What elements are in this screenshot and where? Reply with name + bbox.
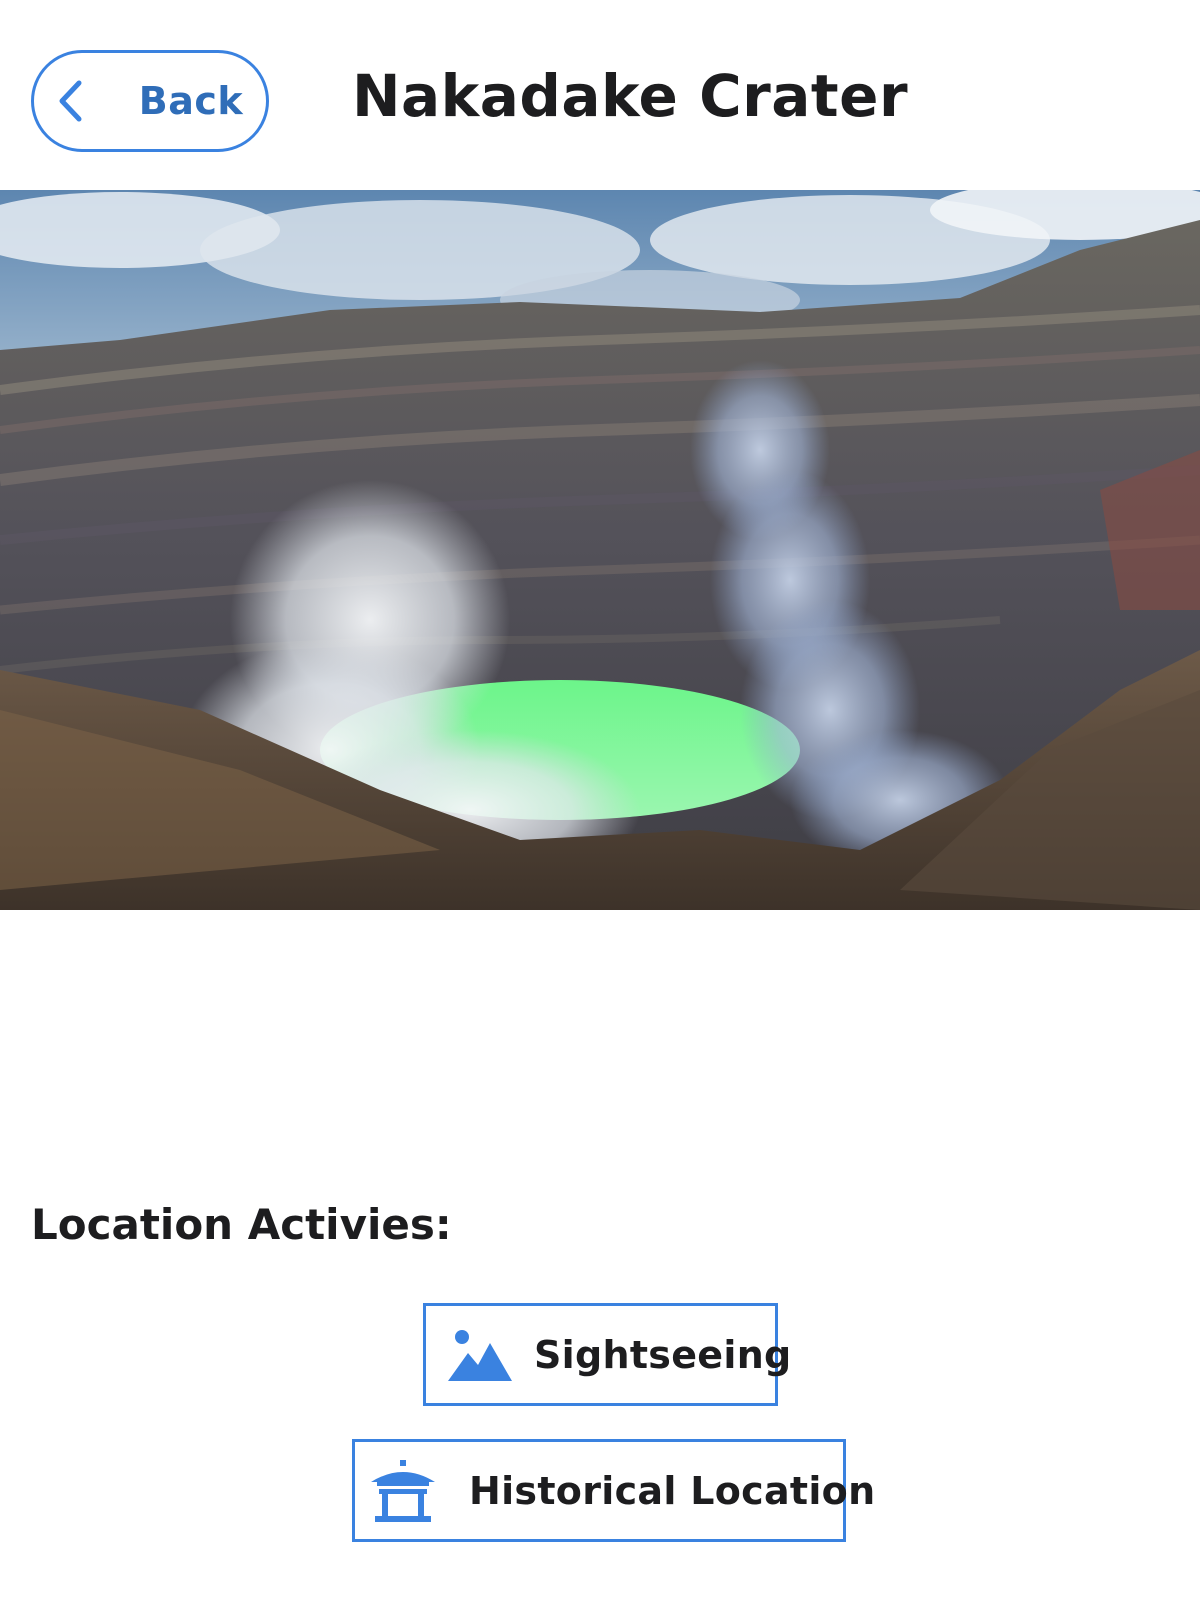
back-button-label: Back <box>138 79 244 123</box>
activity-label: Sightseeing <box>534 1332 792 1377</box>
page-title: Nakadake Crater <box>352 62 909 130</box>
location-detail-page: Back Nakadake Crater Location Activies: … <box>0 0 1200 1600</box>
crater-photo <box>0 190 1200 910</box>
activity-label: Historical Location <box>469 1468 876 1513</box>
temple-icon <box>371 1459 435 1522</box>
chevron-left-icon <box>59 80 82 122</box>
activity-chip-sightseeing[interactable]: Sightseeing <box>423 1303 791 1406</box>
activities-heading: Location Activies: <box>31 1200 452 1249</box>
activity-chip-historical-location[interactable]: Historical Location <box>352 1439 875 1542</box>
back-button[interactable]: Back <box>31 50 269 152</box>
landscape-icon <box>448 1329 512 1381</box>
